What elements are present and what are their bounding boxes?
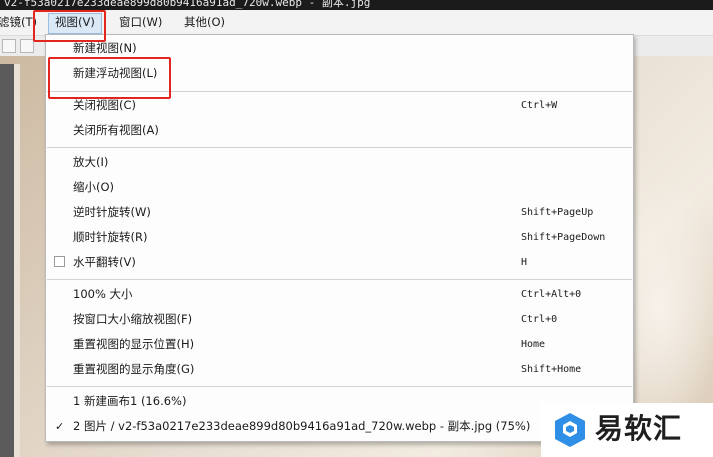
menu-window[interactable]: 窗口(W)	[113, 13, 168, 32]
menu-separator	[47, 147, 632, 148]
menu-item-label: 逆时针旋转(W)	[73, 205, 151, 219]
checkbox[interactable]	[54, 256, 65, 267]
menu-item-shortcut: Home	[521, 339, 546, 350]
menu-other[interactable]: 其他(O)	[178, 13, 231, 32]
canvas-border	[0, 64, 14, 457]
menu-item-rotate-cw[interactable]: 顺时针旋转(R) Shift+PageDown	[47, 226, 632, 249]
menu-item-shortcut: Ctrl+0	[521, 314, 558, 325]
menu-item-shortcut: H	[521, 257, 528, 268]
checkmark-icon: ✓	[55, 420, 65, 433]
menu-item-reset-angle[interactable]: 重置视图的显示角度(G) Shift+Home	[47, 358, 632, 381]
toolbar-button[interactable]	[2, 39, 16, 53]
highlight-box-new-floating-view	[48, 57, 171, 99]
menu-item-label: 2 图片 / v2-f53a0217e233deae899d80b9416a91…	[73, 419, 531, 433]
menu-item-shortcut: Ctrl+Alt+0	[521, 289, 582, 300]
menu-item-label: 缩小(O)	[73, 180, 115, 194]
window-title-bar: v2-f53a0217e233deae899d80b9416a91ad_720w…	[0, 0, 713, 10]
menu-item-label: 重置视图的显示位置(H)	[73, 337, 195, 351]
watermark-text: 易软汇	[595, 412, 683, 445]
menu-item-label: 100% 大小	[73, 287, 133, 301]
menu-item-actual-size[interactable]: 100% 大小 Ctrl+Alt+0	[47, 283, 632, 306]
toolbar-button[interactable]	[20, 39, 34, 53]
menu-item-label: 顺时针旋转(R)	[73, 230, 148, 244]
menu-item-zoom-out[interactable]: 缩小(O)	[47, 176, 632, 199]
menu-item-label: 放大(I)	[73, 155, 109, 169]
menu-item-shortcut: Shift+Home	[521, 364, 582, 375]
highlight-box-view-menu	[33, 10, 106, 42]
menu-item-fit-window[interactable]: 按窗口大小缩放视图(F) Ctrl+0	[47, 308, 632, 331]
menu-item-rotate-ccw[interactable]: 逆时针旋转(W) Shift+PageUp	[47, 201, 632, 224]
menu-item-flip-horizontal[interactable]: 水平翻转(V) H	[47, 251, 632, 274]
menu-item-label: 关闭所有视图(A)	[73, 123, 159, 137]
menu-separator	[47, 386, 632, 387]
brand-logo-icon	[555, 413, 585, 447]
menu-item-shortcut: Shift+PageUp	[521, 207, 594, 218]
canvas-margin	[14, 64, 20, 457]
menu-separator	[47, 279, 632, 280]
menu-item-shortcut: Shift+PageDown	[521, 232, 606, 243]
menu-item-label: 1 新建画布1 (16.6%)	[73, 394, 187, 408]
watermark: 易软汇	[541, 403, 713, 457]
menu-item-label: 水平翻转(V)	[73, 255, 136, 269]
menu-item-label: 按窗口大小缩放视图(F)	[73, 312, 193, 326]
menu-item-shortcut: Ctrl+W	[521, 100, 558, 111]
menu-item-zoom-in[interactable]: 放大(I)	[47, 151, 632, 174]
menu-bar: 滤镜(T) 视图(V) 窗口(W) 其他(O)	[0, 10, 713, 36]
menu-item-close-all-views[interactable]: 关闭所有视图(A)	[47, 119, 632, 142]
window-title: v2-f53a0217e233deae899d80b9416a91ad_720w…	[4, 0, 371, 9]
menu-item-label: 重置视图的显示角度(G)	[73, 362, 195, 376]
menu-item-reset-position[interactable]: 重置视图的显示位置(H) Home	[47, 333, 632, 356]
